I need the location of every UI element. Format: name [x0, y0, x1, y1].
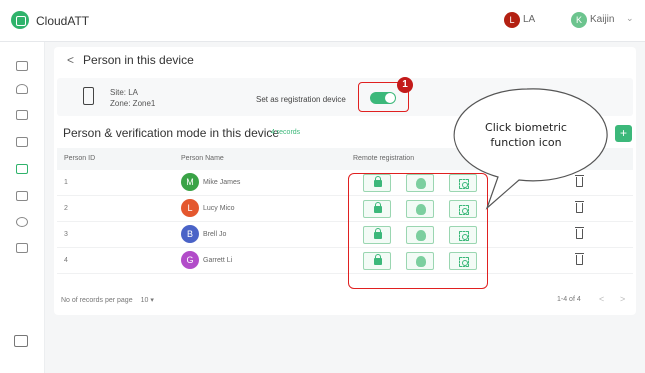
person-id: 1: [64, 179, 68, 186]
table-row: 1 M Mike James: [57, 170, 633, 196]
back-arrow-icon[interactable]: <: [67, 53, 74, 67]
app-logo-icon: [11, 11, 29, 29]
section-title: Person & verification mode in this devic…: [63, 126, 280, 140]
badge-icon[interactable]: [16, 191, 28, 201]
person-avatar: B: [181, 225, 199, 243]
column-remote-registration: Remote registration: [353, 155, 415, 162]
user-name[interactable]: Kaijin: [590, 14, 614, 25]
biometric-highlight-box: [348, 173, 488, 289]
person-name: Brell Jo: [203, 231, 227, 238]
person-name: Mike James: [203, 179, 241, 186]
page-header: < Person in this device: [67, 53, 194, 67]
device-icon[interactable]: [16, 164, 28, 174]
table-row: 2 L Lucy Mico: [57, 196, 633, 222]
step-badge: 1: [397, 77, 413, 93]
person-name: Lucy Mico: [203, 205, 235, 212]
person-id: 2: [64, 205, 68, 212]
delete-icon[interactable]: [574, 175, 584, 187]
table-row: 3 B Brell Jo: [57, 222, 633, 248]
add-person-button[interactable]: +: [615, 125, 632, 142]
device-info-box: Site: LA Zone: Zone1 Set as registration…: [57, 78, 633, 116]
user-menu-chevron-icon[interactable]: ⌄: [626, 13, 634, 24]
device-zone: Zone: Zone1: [110, 99, 156, 108]
clock-icon[interactable]: [16, 217, 28, 227]
person-avatar: M: [181, 173, 199, 191]
document-icon[interactable]: [16, 137, 28, 147]
table-row: 4 G Garrett Li: [57, 248, 633, 274]
site-name[interactable]: LA: [523, 14, 535, 25]
person-id: 4: [64, 257, 68, 264]
per-page-chevron-icon[interactable]: ▾: [150, 297, 154, 304]
table-header: Person ID Person Name Remote registratio…: [57, 148, 633, 170]
delete-icon[interactable]: [574, 253, 584, 265]
person-avatar: L: [181, 199, 199, 217]
per-page-label: No of records per page: [61, 297, 133, 304]
calendar-icon[interactable]: [16, 243, 28, 253]
per-page-selector[interactable]: No of records per page 10 ▾: [61, 296, 154, 304]
person-avatar: G: [181, 251, 199, 269]
top-bar: CloudATT L LA K Kaijin ⌄: [0, 0, 645, 42]
prev-page-icon[interactable]: <: [599, 294, 604, 304]
column-person-id: Person ID: [64, 155, 96, 162]
delete-icon[interactable]: [574, 227, 584, 239]
column-person-name: Person Name: [181, 155, 224, 162]
user-avatar[interactable]: K: [571, 12, 587, 28]
sidebar: [0, 42, 45, 373]
person-name: Garrett Li: [203, 257, 233, 264]
device-site: Site: LA: [110, 88, 139, 97]
building-icon[interactable]: [16, 110, 28, 120]
app-brand: CloudATT: [36, 14, 90, 28]
records-count: 4 records: [271, 129, 301, 136]
device-icon: [83, 87, 94, 105]
person-icon[interactable]: [16, 84, 28, 94]
site-avatar[interactable]: L: [504, 12, 520, 28]
person-id: 3: [64, 231, 68, 238]
dashboard-icon[interactable]: [16, 61, 28, 71]
page-title: Person in this device: [83, 53, 194, 67]
collapse-menu-icon[interactable]: [14, 335, 28, 347]
page-range: 1-4 of 4: [557, 296, 581, 303]
callout-line-1: Click biometric: [485, 121, 567, 134]
delete-icon[interactable]: [574, 201, 584, 213]
registration-device-label: Set as registration device: [256, 95, 346, 104]
per-page-value[interactable]: 10: [141, 297, 149, 304]
registration-device-toggle[interactable]: [370, 92, 396, 104]
callout-text: Click biometric function icon: [458, 120, 594, 150]
main-panel: < Person in this device Site: LA Zone: Zo…: [54, 47, 636, 315]
next-page-icon[interactable]: >: [620, 294, 625, 304]
callout-line-2: function icon: [490, 136, 562, 149]
